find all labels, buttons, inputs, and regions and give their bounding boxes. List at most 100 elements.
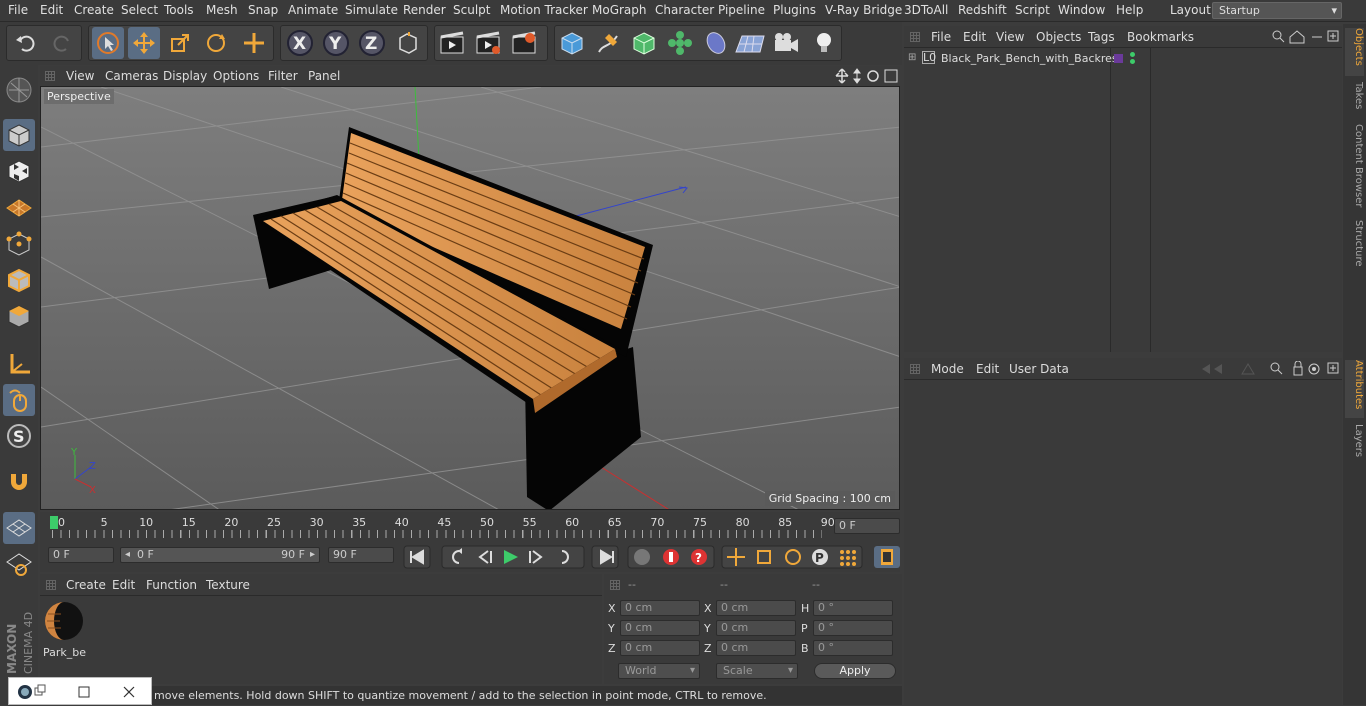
viewport-menu-options[interactable]: Options: [213, 69, 259, 83]
rotate-icon[interactable]: [200, 27, 232, 59]
z-axis-icon[interactable]: Z: [356, 27, 388, 59]
menu-file[interactable]: File: [8, 3, 28, 17]
tab-objects[interactable]: Objects: [1345, 28, 1364, 76]
menu-render[interactable]: Render: [403, 3, 446, 17]
attributes-menu-edit[interactable]: Edit: [976, 362, 999, 376]
menu-redshift[interactable]: Redshift: [958, 3, 1007, 17]
material-menu-function[interactable]: Function: [146, 578, 197, 592]
menu-animate[interactable]: Animate: [288, 3, 338, 17]
menu-create[interactable]: Create: [74, 3, 114, 17]
menu-mograph[interactable]: MoGraph: [592, 3, 647, 17]
menu-plugins[interactable]: Plugins: [773, 3, 816, 17]
object-row[interactable]: ⊞ L0 Black_Park_Bench_with_Backrest: [904, 50, 1342, 68]
playhead[interactable]: [50, 516, 58, 529]
perspective-viewport[interactable]: Y Z X Perspective Grid Spacing : 100 cm: [40, 86, 900, 510]
texture-mode-icon[interactable]: [3, 155, 35, 187]
layout-dropdown[interactable]: Startup: [1212, 2, 1342, 19]
deformer-icon[interactable]: [700, 27, 732, 59]
grip-handle[interactable]: [910, 32, 920, 42]
y-axis-icon[interactable]: Y: [320, 27, 352, 59]
coord-value-field[interactable]: 0 °: [813, 600, 893, 616]
menu-character[interactable]: Character: [655, 3, 714, 17]
coord-value-field[interactable]: 0 cm: [716, 600, 796, 616]
magnet-icon[interactable]: [3, 466, 35, 498]
snap-settings-icon[interactable]: [3, 548, 35, 580]
undo-icon[interactable]: [10, 27, 42, 59]
render-picture-viewer-icon[interactable]: [472, 27, 504, 59]
viewport-menu-panel[interactable]: Panel: [308, 69, 340, 83]
menu-sculpt[interactable]: Sculpt: [453, 3, 490, 17]
coordinate-system-icon[interactable]: [392, 27, 424, 59]
objects-menu-view[interactable]: View: [996, 30, 1024, 44]
menu-tools[interactable]: Tools: [164, 3, 194, 17]
viewport-menu-view[interactable]: View: [66, 69, 94, 83]
viewport-menu-filter[interactable]: Filter: [268, 69, 298, 83]
model-mode-icon[interactable]: [3, 119, 35, 151]
move-icon[interactable]: [128, 27, 160, 59]
solo-icon[interactable]: S: [3, 420, 35, 452]
menu-motion-tracker[interactable]: Motion Tracker: [500, 3, 588, 17]
visibility-editor-dot[interactable]: [1130, 52, 1135, 57]
render-settings-icon[interactable]: [508, 27, 540, 59]
polygons-mode-icon[interactable]: [3, 300, 35, 332]
viewport-menu-cameras[interactable]: Cameras: [105, 69, 158, 83]
attributes-menu-user-data[interactable]: User Data: [1009, 362, 1069, 376]
coord-value-field[interactable]: 0 cm: [620, 640, 700, 656]
menu-simulate[interactable]: Simulate: [345, 3, 398, 17]
objects-menu-objects[interactable]: Objects: [1036, 30, 1081, 44]
coord-value-field[interactable]: 0 cm: [620, 600, 700, 616]
objects-menu-bookmarks[interactable]: Bookmarks: [1127, 30, 1194, 44]
coord-value-field[interactable]: 0 cm: [620, 620, 700, 636]
floor-icon[interactable]: [734, 27, 766, 59]
menu-pipeline[interactable]: Pipeline: [718, 3, 765, 17]
start-frame-field[interactable]: 0 F: [48, 547, 114, 563]
pen-icon[interactable]: [592, 27, 624, 59]
attributes-menu-mode[interactable]: Mode: [931, 362, 964, 376]
apply-button[interactable]: Apply: [814, 663, 896, 679]
workplane-icon[interactable]: [3, 191, 35, 223]
points-mode-icon[interactable]: [3, 228, 35, 260]
coord-mode-dropdown[interactable]: World: [618, 663, 700, 679]
menu-select[interactable]: Select: [121, 3, 158, 17]
tab-content-browser[interactable]: Content Browser: [1345, 124, 1364, 212]
menu-snap[interactable]: Snap: [248, 3, 278, 17]
transform-icon[interactable]: [238, 27, 270, 59]
layer-color-swatch[interactable]: [1114, 54, 1123, 63]
tab-layers[interactable]: Layers: [1345, 424, 1364, 464]
menu-window[interactable]: Window: [1058, 3, 1105, 17]
camera-icon[interactable]: [770, 27, 802, 59]
material-menu-edit[interactable]: Edit: [112, 578, 135, 592]
visibility-render-dot[interactable]: [1130, 59, 1135, 64]
grip-handle[interactable]: [46, 580, 56, 590]
menu-edit[interactable]: Edit: [40, 3, 63, 17]
current-frame-field[interactable]: 0 F: [834, 518, 900, 534]
tab-structure[interactable]: Structure: [1345, 220, 1364, 272]
tweak-icon[interactable]: [3, 384, 35, 416]
menu-vray-bridge[interactable]: V-Ray Bridge: [825, 3, 902, 17]
objects-header-icons[interactable]: [1270, 29, 1340, 45]
object-name[interactable]: Black_Park_Bench_with_Backrest: [941, 52, 1122, 65]
objects-menu-file[interactable]: File: [931, 30, 951, 44]
grip-handle[interactable]: [610, 580, 620, 590]
material-menu-create[interactable]: Create: [66, 578, 106, 592]
objects-menu-edit[interactable]: Edit: [963, 30, 986, 44]
coord-value-field[interactable]: 0 °: [813, 620, 893, 636]
coord-size-mode-dropdown[interactable]: Scale: [716, 663, 798, 679]
grip-handle[interactable]: [45, 71, 55, 81]
tab-takes[interactable]: Takes: [1345, 82, 1364, 118]
viewport-nav-icons[interactable]: [835, 68, 899, 84]
edges-mode-icon[interactable]: [3, 264, 35, 296]
subdivision-icon[interactable]: [628, 27, 660, 59]
coord-value-field[interactable]: 0 cm: [716, 640, 796, 656]
scale-icon[interactable]: [164, 27, 196, 59]
objects-menu-tags[interactable]: Tags: [1088, 30, 1115, 44]
viewport-menu-display[interactable]: Display: [163, 69, 207, 83]
x-axis-icon[interactable]: X: [284, 27, 316, 59]
frame-range-slider[interactable]: ◂ 0 F 90 F ▸: [120, 547, 320, 563]
tab-attributes[interactable]: Attributes: [1345, 360, 1364, 418]
render-view-icon[interactable]: [436, 27, 468, 59]
redo-icon[interactable]: [46, 27, 78, 59]
material-menu-texture[interactable]: Texture: [206, 578, 250, 592]
material-swatch[interactable]: Park_be: [43, 599, 86, 659]
light-icon[interactable]: [808, 27, 840, 59]
